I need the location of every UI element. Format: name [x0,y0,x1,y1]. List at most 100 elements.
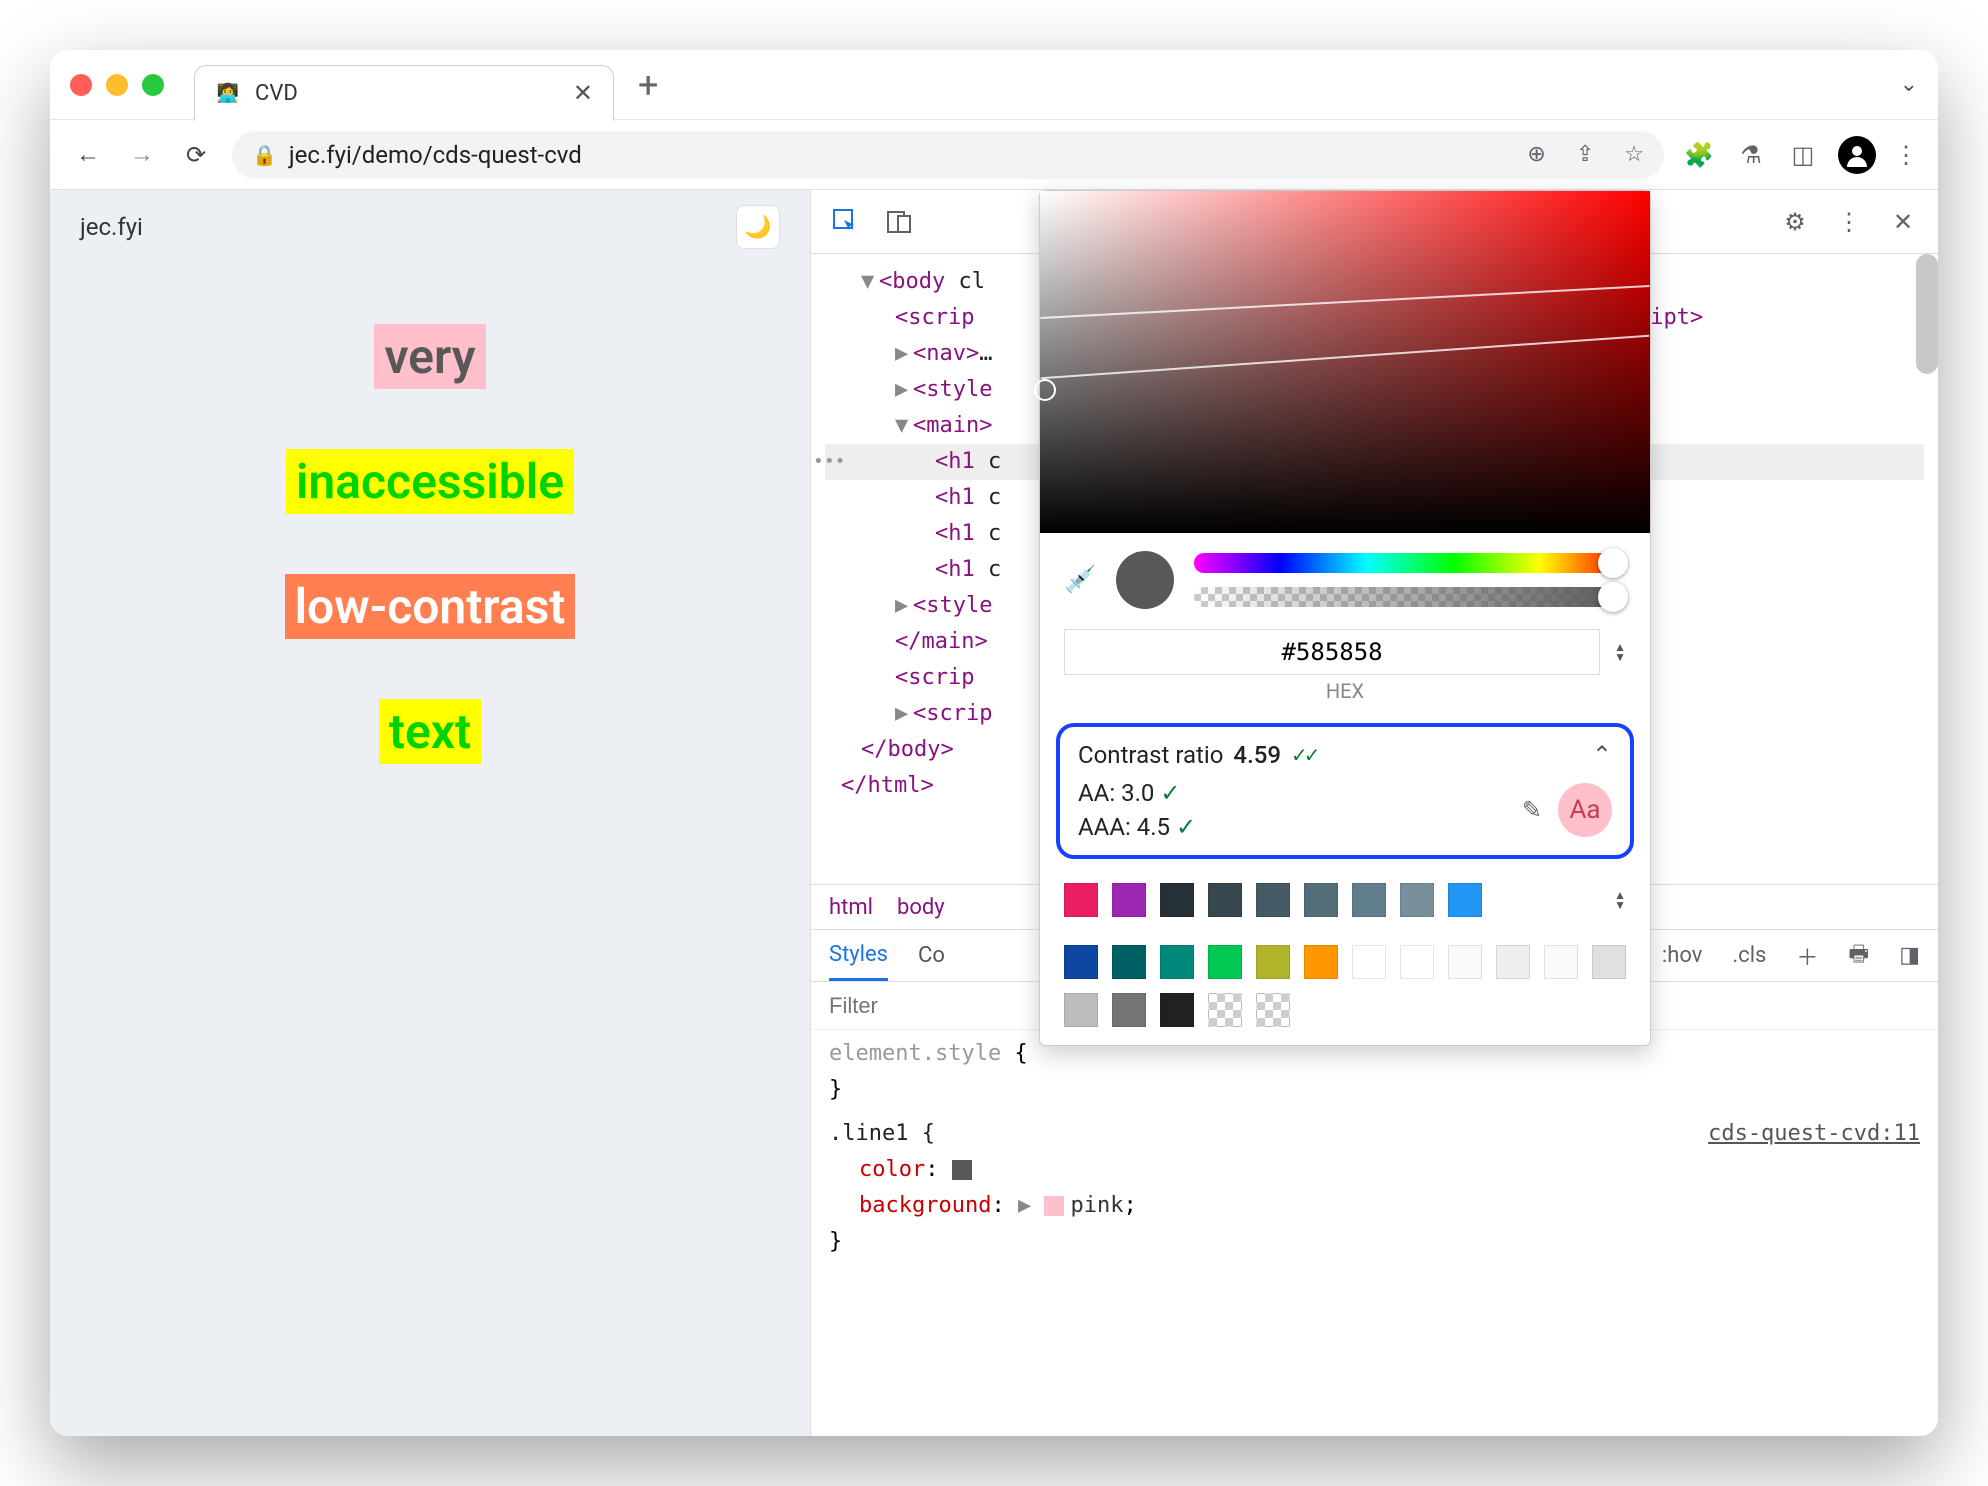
zoom-icon[interactable]: ⊕ [1527,142,1545,167]
demo-line-3: low-contrast [285,574,576,639]
labs-icon[interactable]: ⚗ [1734,138,1768,172]
bookmark-icon[interactable]: ☆ [1624,142,1644,167]
color-swatch[interactable] [952,1160,972,1180]
settings-icon[interactable]: ⚙ [1778,205,1812,239]
share-icon[interactable]: ⇪ [1576,142,1594,167]
breadcrumb-html[interactable]: html [829,895,873,920]
hov-toggle[interactable]: :hov [1662,943,1703,968]
color-picker-popup: 💉 ▲▼ HEX Contrast ratio 4.59 [1039,190,1651,1046]
back-button[interactable]: ← [70,137,106,173]
palette-swatch[interactable] [1160,883,1194,917]
breadcrumb-body[interactable]: body [897,895,945,920]
palette-swatch[interactable] [1160,993,1194,1027]
aa-label: AA: 3.0 [1078,779,1154,807]
alpha-slider[interactable] [1194,587,1626,607]
browser-tab-strip: 👩‍💻 CVD ✕ + ⌄ [50,50,1938,120]
palette-swatch[interactable] [1256,945,1290,979]
spectrum-cursor[interactable] [1034,379,1056,401]
eyedropper-icon[interactable]: 💉 [1064,565,1096,595]
new-rule-icon[interactable]: ＋ [1796,940,1818,972]
hex-input[interactable] [1064,629,1600,675]
close-window-button[interactable] [70,74,92,96]
palette-swatch[interactable] [1400,945,1434,979]
extensions-icon[interactable]: 🧩 [1682,138,1716,172]
palette-swatch[interactable] [1064,993,1098,1027]
page-body: very inaccessible low-contrast text [50,264,810,1436]
contrast-line-aaa [1041,335,1650,380]
current-color-swatch [1116,551,1174,609]
palette-swatch[interactable] [1400,883,1434,917]
contrast-sample-swatch: Aa [1558,783,1612,837]
theme-toggle-button[interactable]: 🌙 [736,205,780,249]
palette-swatch[interactable] [1544,945,1578,979]
palette-swatch[interactable] [1112,945,1146,979]
close-tab-icon[interactable]: ✕ [573,79,593,107]
palette-switch[interactable]: ▲▼ [1614,890,1626,910]
browser-menu-icon[interactable]: ⋮ [1894,141,1918,169]
profile-avatar[interactable] [1838,136,1876,174]
palette-swatch[interactable] [1256,883,1290,917]
page-header: jec.fyi 🌙 [50,190,810,264]
elements-scrollbar[interactable] [1916,254,1938,374]
new-tab-button[interactable]: + [638,64,658,106]
hue-knob[interactable] [1598,548,1628,578]
forward-button[interactable]: → [124,137,160,173]
palette-swatch-empty[interactable] [1256,993,1290,1027]
demo-line-1: very [374,324,485,389]
palette-swatch[interactable] [1064,883,1098,917]
devtools-panel: ⚙ ⋮ ✕ ▼<body cl <scrip-js");</script​> ▶… [810,190,1938,1436]
devtools-menu-icon[interactable]: ⋮ [1832,205,1866,239]
alpha-knob[interactable] [1598,582,1628,612]
devtools-close-icon[interactable]: ✕ [1886,205,1920,239]
aaa-check-icon: ✓ [1176,813,1196,841]
device-toggle-icon[interactable] [883,205,917,239]
minimize-window-button[interactable] [106,74,128,96]
hex-label: HEX [1040,679,1650,715]
palette-swatch[interactable] [1352,883,1386,917]
palette-swatch[interactable] [1208,945,1242,979]
palette-swatch-empty[interactable] [1208,993,1242,1027]
format-switch[interactable]: ▲▼ [1614,642,1626,662]
styles-rules[interactable]: element.style { } cds-quest-cvd:11 .line… [811,1030,1938,1278]
color-palette: ▲▼ [1040,873,1650,1045]
favicon-icon: 👩‍💻 [215,80,241,106]
address-bar: ← → ⟳ 🔒 jec.fyi/demo/cds-quest-cvd ⊕ ⇪ ☆… [50,120,1938,190]
source-link[interactable]: cds-quest-cvd:11 [1708,1116,1920,1152]
side-panel-icon[interactable]: ◫ [1786,138,1820,172]
palette-swatch[interactable] [1112,993,1146,1027]
tab-dropdown-icon[interactable]: ⌄ [1900,72,1918,97]
palette-swatch[interactable] [1304,883,1338,917]
maximize-window-button[interactable] [142,74,164,96]
inspect-icon[interactable] [829,205,863,239]
palette-swatch[interactable] [1064,945,1098,979]
palette-swatch[interactable] [1496,945,1530,979]
contrast-checkmarks-icon: ✓✓ [1291,743,1317,767]
palette-swatch[interactable] [1112,883,1146,917]
url-bar[interactable]: 🔒 jec.fyi/demo/cds-quest-cvd ⊕ ⇪ ☆ [232,131,1664,179]
hue-slider[interactable] [1194,553,1626,573]
background-swatch[interactable] [1044,1196,1064,1216]
palette-swatch[interactable] [1352,945,1386,979]
palette-swatch[interactable] [1448,945,1482,979]
page-viewport: jec.fyi 🌙 very inaccessible low-contrast… [50,190,810,1436]
palette-swatch[interactable] [1304,945,1338,979]
tab-computed[interactable]: Co [918,943,945,968]
cls-toggle[interactable]: .cls [1732,943,1766,968]
palette-swatch[interactable] [1160,945,1194,979]
demo-line-2: inaccessible [286,449,574,514]
aa-check-icon: ✓ [1160,779,1180,807]
browser-tab[interactable]: 👩‍💻 CVD ✕ [194,65,614,121]
contrast-eyedropper-icon[interactable]: ✎ [1522,796,1542,824]
aaa-label: AAA: 4.5 [1078,813,1170,841]
palette-swatch[interactable] [1208,883,1242,917]
tab-title: CVD [255,81,559,106]
contrast-line-aa [1040,285,1649,319]
sidebar-toggle-icon[interactable]: ◨ [1899,943,1920,968]
color-spectrum[interactable] [1040,191,1650,533]
palette-swatch[interactable] [1592,945,1626,979]
contrast-collapse-icon[interactable]: ⌃ [1592,741,1612,769]
tab-styles[interactable]: Styles [829,930,888,981]
palette-swatch[interactable] [1448,883,1482,917]
computed-styles-icon[interactable]: 🖶 [1848,937,1869,975]
reload-button[interactable]: ⟳ [178,137,214,173]
